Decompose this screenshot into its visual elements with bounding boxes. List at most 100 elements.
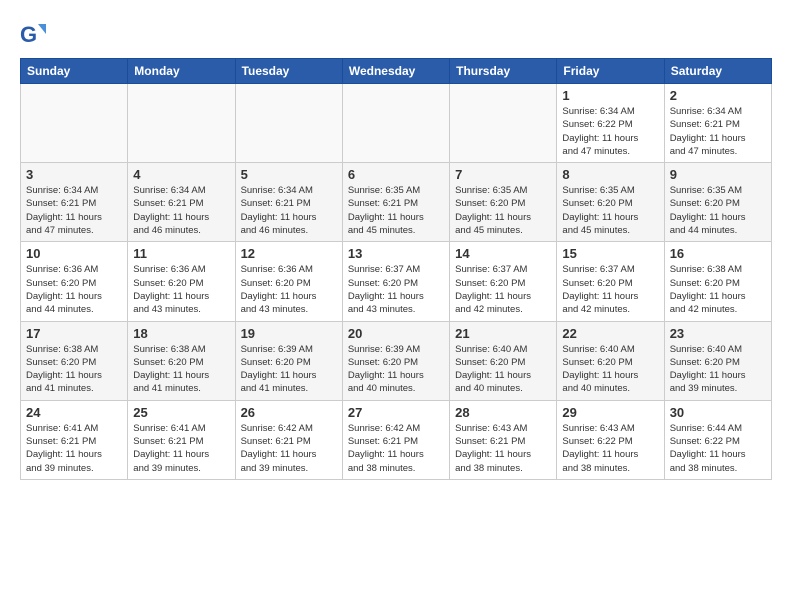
day-info: Sunrise: 6:34 AMSunset: 6:21 PMDaylight:… [670,105,766,158]
calendar-cell: 3 Sunrise: 6:34 AMSunset: 6:21 PMDaylight… [21,163,128,242]
calendar-cell: 28 Sunrise: 6:43 AMSunset: 6:21 PMDayligh… [450,400,557,479]
day-info: Sunrise: 6:34 AMSunset: 6:21 PMDaylight:… [241,184,337,237]
header: G [20,20,772,48]
day-number: 2 [670,88,766,103]
calendar-cell: 29 Sunrise: 6:43 AMSunset: 6:22 PMDayligh… [557,400,664,479]
day-number: 22 [562,326,658,341]
day-info: Sunrise: 6:37 AMSunset: 6:20 PMDaylight:… [562,263,658,316]
calendar-cell: 21 Sunrise: 6:40 AMSunset: 6:20 PMDayligh… [450,321,557,400]
day-number: 1 [562,88,658,103]
calendar-cell: 6 Sunrise: 6:35 AMSunset: 6:21 PMDaylight… [342,163,449,242]
day-number: 30 [670,405,766,420]
header-day-saturday: Saturday [664,59,771,84]
day-number: 13 [348,246,444,261]
day-number: 12 [241,246,337,261]
calendar-body: 1 Sunrise: 6:34 AMSunset: 6:22 PMDaylight… [21,84,772,480]
calendar-cell: 7Sunrise: 6:35 AMSunset: 6:20 PMDaylight… [450,163,557,242]
day-number: 6 [348,167,444,182]
calendar-cell: 27 Sunrise: 6:42 AMSunset: 6:21 PMDayligh… [342,400,449,479]
day-info: Sunrise: 6:42 AMSunset: 6:21 PMDaylight:… [241,422,337,475]
header-row: SundayMondayTuesdayWednesdayThursdayFrid… [21,59,772,84]
day-info: Sunrise: 6:35 AMSunset: 6:20 PMDaylight:… [562,184,658,237]
day-info: Sunrise: 6:40 AMSunset: 6:20 PMDaylight:… [670,343,766,396]
day-info: Sunrise: 6:34 AMSunset: 6:21 PMDaylight:… [133,184,229,237]
header-day-tuesday: Tuesday [235,59,342,84]
calendar-cell: 20Sunrise: 6:39 AMSunset: 6:20 PMDayligh… [342,321,449,400]
logo-icon: G [20,20,48,48]
calendar-cell: 13 Sunrise: 6:37 AMSunset: 6:20 PMDayligh… [342,242,449,321]
day-info: Sunrise: 6:40 AMSunset: 6:20 PMDaylight:… [455,343,551,396]
calendar-cell: 16 Sunrise: 6:38 AMSunset: 6:20 PMDayligh… [664,242,771,321]
day-info: Sunrise: 6:38 AMSunset: 6:20 PMDaylight:… [670,263,766,316]
day-number: 5 [241,167,337,182]
day-info: Sunrise: 6:38 AMSunset: 6:20 PMDaylight:… [26,343,122,396]
day-info: Sunrise: 6:43 AMSunset: 6:21 PMDaylight:… [455,422,551,475]
day-number: 11 [133,246,229,261]
day-info: Sunrise: 6:44 AMSunset: 6:22 PMDaylight:… [670,422,766,475]
calendar-cell [128,84,235,163]
day-info: Sunrise: 6:39 AMSunset: 6:20 PMDaylight:… [348,343,444,396]
calendar-cell: 1 Sunrise: 6:34 AMSunset: 6:22 PMDaylight… [557,84,664,163]
day-info: Sunrise: 6:34 AMSunset: 6:21 PMDaylight:… [26,184,122,237]
calendar-cell: 18 Sunrise: 6:38 AMSunset: 6:20 PMDayligh… [128,321,235,400]
calendar-cell: 25Sunrise: 6:41 AMSunset: 6:21 PMDayligh… [128,400,235,479]
calendar-cell [450,84,557,163]
calendar-cell: 4 Sunrise: 6:34 AMSunset: 6:21 PMDaylight… [128,163,235,242]
header-day-sunday: Sunday [21,59,128,84]
day-number: 17 [26,326,122,341]
calendar-table: SundayMondayTuesdayWednesdayThursdayFrid… [20,58,772,480]
calendar-cell: 26Sunrise: 6:42 AMSunset: 6:21 PMDayligh… [235,400,342,479]
day-number: 14 [455,246,551,261]
calendar-cell: 11 Sunrise: 6:36 AMSunset: 6:20 PMDayligh… [128,242,235,321]
calendar-cell [235,84,342,163]
header-day-thursday: Thursday [450,59,557,84]
day-number: 23 [670,326,766,341]
calendar-cell: 17 Sunrise: 6:38 AMSunset: 6:20 PMDayligh… [21,321,128,400]
calendar-cell: 12 Sunrise: 6:36 AMSunset: 6:20 PMDayligh… [235,242,342,321]
day-info: Sunrise: 6:36 AMSunset: 6:20 PMDaylight:… [26,263,122,316]
day-number: 24 [26,405,122,420]
day-number: 18 [133,326,229,341]
day-number: 9 [670,167,766,182]
page: G SundayMondayTuesdayWednesdayThursdayFr… [0,0,792,490]
day-info: Sunrise: 6:38 AMSunset: 6:20 PMDaylight:… [133,343,229,396]
week-row-2: 10 Sunrise: 6:36 AMSunset: 6:20 PMDayligh… [21,242,772,321]
day-number: 10 [26,246,122,261]
calendar-cell: 24 Sunrise: 6:41 AMSunset: 6:21 PMDayligh… [21,400,128,479]
day-number: 28 [455,405,551,420]
calendar-cell: 5 Sunrise: 6:34 AMSunset: 6:21 PMDaylight… [235,163,342,242]
calendar-cell: 2 Sunrise: 6:34 AMSunset: 6:21 PMDaylight… [664,84,771,163]
day-number: 29 [562,405,658,420]
day-info: Sunrise: 6:43 AMSunset: 6:22 PMDaylight:… [562,422,658,475]
week-row-1: 3 Sunrise: 6:34 AMSunset: 6:21 PMDaylight… [21,163,772,242]
day-number: 27 [348,405,444,420]
day-info: Sunrise: 6:35 AMSunset: 6:21 PMDaylight:… [348,184,444,237]
day-info: Sunrise: 6:41 AMSunset: 6:21 PMDaylight:… [26,422,122,475]
day-info: Sunrise: 6:36 AMSunset: 6:20 PMDaylight:… [241,263,337,316]
day-info: Sunrise: 6:35 AMSunset: 6:20 PMDaylight:… [670,184,766,237]
day-number: 21 [455,326,551,341]
calendar-cell: 9 Sunrise: 6:35 AMSunset: 6:20 PMDaylight… [664,163,771,242]
logo: G [20,20,52,48]
calendar-cell: 30 Sunrise: 6:44 AMSunset: 6:22 PMDayligh… [664,400,771,479]
day-number: 3 [26,167,122,182]
calendar-cell [21,84,128,163]
day-number: 7 [455,167,551,182]
calendar-cell: 15 Sunrise: 6:37 AMSunset: 6:20 PMDayligh… [557,242,664,321]
calendar-cell: 23 Sunrise: 6:40 AMSunset: 6:20 PMDayligh… [664,321,771,400]
week-row-3: 17 Sunrise: 6:38 AMSunset: 6:20 PMDayligh… [21,321,772,400]
day-number: 16 [670,246,766,261]
day-number: 15 [562,246,658,261]
day-number: 4 [133,167,229,182]
calendar-cell [342,84,449,163]
day-info: Sunrise: 6:41 AMSunset: 6:21 PMDaylight:… [133,422,229,475]
day-info: Sunrise: 6:40 AMSunset: 6:20 PMDaylight:… [562,343,658,396]
header-day-monday: Monday [128,59,235,84]
calendar-cell: 14Sunrise: 6:37 AMSunset: 6:20 PMDayligh… [450,242,557,321]
calendar-cell: 8Sunrise: 6:35 AMSunset: 6:20 PMDaylight… [557,163,664,242]
day-info: Sunrise: 6:37 AMSunset: 6:20 PMDaylight:… [348,263,444,316]
calendar-cell: 19Sunrise: 6:39 AMSunset: 6:20 PMDayligh… [235,321,342,400]
day-info: Sunrise: 6:34 AMSunset: 6:22 PMDaylight:… [562,105,658,158]
day-info: Sunrise: 6:36 AMSunset: 6:20 PMDaylight:… [133,263,229,316]
day-info: Sunrise: 6:42 AMSunset: 6:21 PMDaylight:… [348,422,444,475]
